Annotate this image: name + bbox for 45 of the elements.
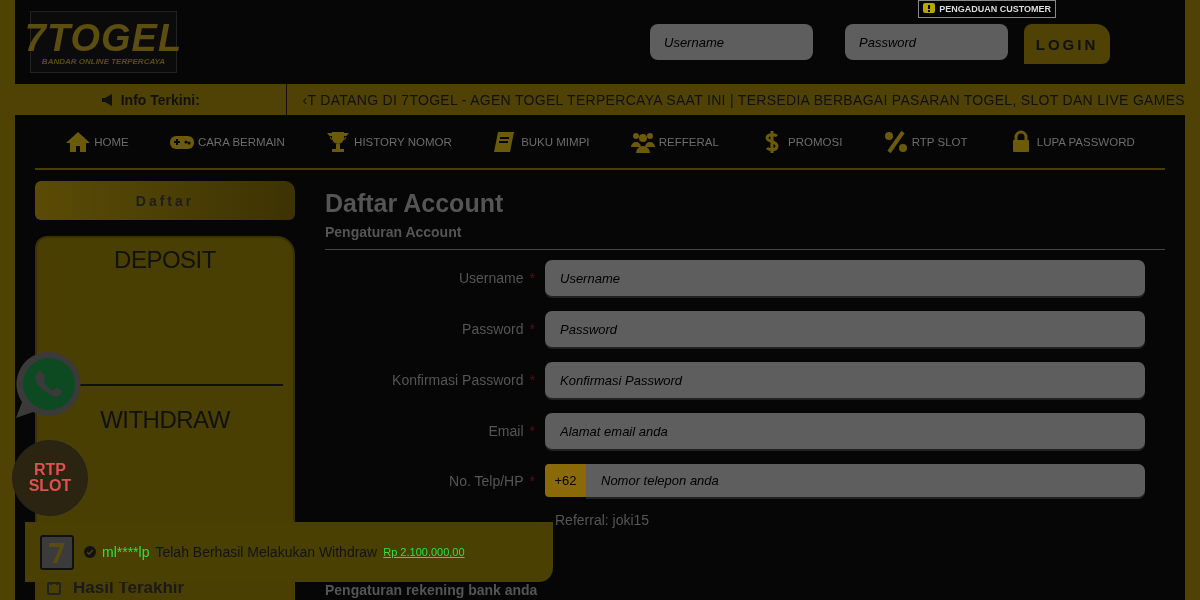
section-subtitle: Pengaturan rekening bank anda bbox=[325, 582, 539, 598]
nav-link[interactable]: HOME bbox=[65, 129, 129, 154]
input-field[interactable]: Nomor telepon anda bbox=[586, 464, 1145, 497]
ticker-text: ‹T DATANG DI 7TOGEL - AGEN TOGEL TERPERCAYA SAAT INI | TERSEDIA BERBAGAI PASARAN TOGEL, SLOT DAN LIVE GAMES bbox=[301, 91, 1185, 108]
logo-icon bbox=[40, 534, 74, 570]
megaphone-icon bbox=[100, 93, 115, 106]
required-mark: * bbox=[529, 321, 535, 337]
section-subtitle: Pengaturan Account bbox=[325, 224, 463, 240]
field-label: Email bbox=[488, 423, 524, 439]
amount-text: Rp 2.100.000,00 bbox=[383, 546, 465, 558]
home-icon bbox=[65, 129, 92, 154]
calendar-icon bbox=[47, 581, 61, 595]
percent-icon bbox=[882, 129, 909, 154]
nav-link[interactable]: RTP SLOT bbox=[882, 129, 968, 154]
input-field[interactable]: Konfirmasi Password bbox=[545, 362, 1145, 398]
nav-link[interactable]: BUKU MIMPI bbox=[492, 129, 590, 154]
referral-text: Referral: joki15 bbox=[555, 512, 651, 528]
field-label: No. Telp/HP bbox=[449, 472, 524, 489]
input-field[interactable]: Password bbox=[545, 311, 1145, 347]
nav-link[interactable]: HISTORY NOMOR bbox=[325, 129, 452, 154]
required-mark: * bbox=[529, 423, 535, 439]
username-text: ml****lp bbox=[102, 544, 150, 560]
input-field[interactable]: Alamat email anda bbox=[545, 413, 1145, 449]
section-heading: DEPOSIT bbox=[114, 246, 216, 274]
nav-link[interactable]: LUPA PASSWORD bbox=[1007, 129, 1135, 154]
ticker-label: Info Terkini: bbox=[120, 91, 200, 108]
field-label: Username bbox=[458, 270, 524, 286]
nav-link[interactable]: CARA BERMAIN bbox=[168, 129, 285, 154]
complaint-badge[interactable]: PENGADUAN CUSTOMER bbox=[918, 0, 1056, 18]
required-mark: * bbox=[529, 472, 535, 489]
required-mark: * bbox=[529, 372, 535, 388]
section-heading: WITHDRAW bbox=[100, 406, 230, 434]
check-icon bbox=[84, 546, 96, 558]
field-label: Password bbox=[462, 321, 524, 337]
nav-link[interactable]: PROMOSI bbox=[759, 129, 843, 154]
field-label: Konfirmasi Password bbox=[392, 372, 524, 388]
trophy-icon bbox=[325, 129, 352, 154]
login-field[interactable]: Username bbox=[650, 24, 813, 60]
nav-link[interactable]: REFFERAL bbox=[629, 129, 719, 154]
page-title: Daftar Account bbox=[325, 189, 505, 218]
input-field[interactable]: Username bbox=[545, 260, 1145, 296]
warning-icon bbox=[923, 3, 936, 15]
login-field[interactable]: Password bbox=[845, 24, 1008, 60]
required-mark: * bbox=[529, 270, 535, 286]
country-code: +62 bbox=[545, 464, 586, 497]
